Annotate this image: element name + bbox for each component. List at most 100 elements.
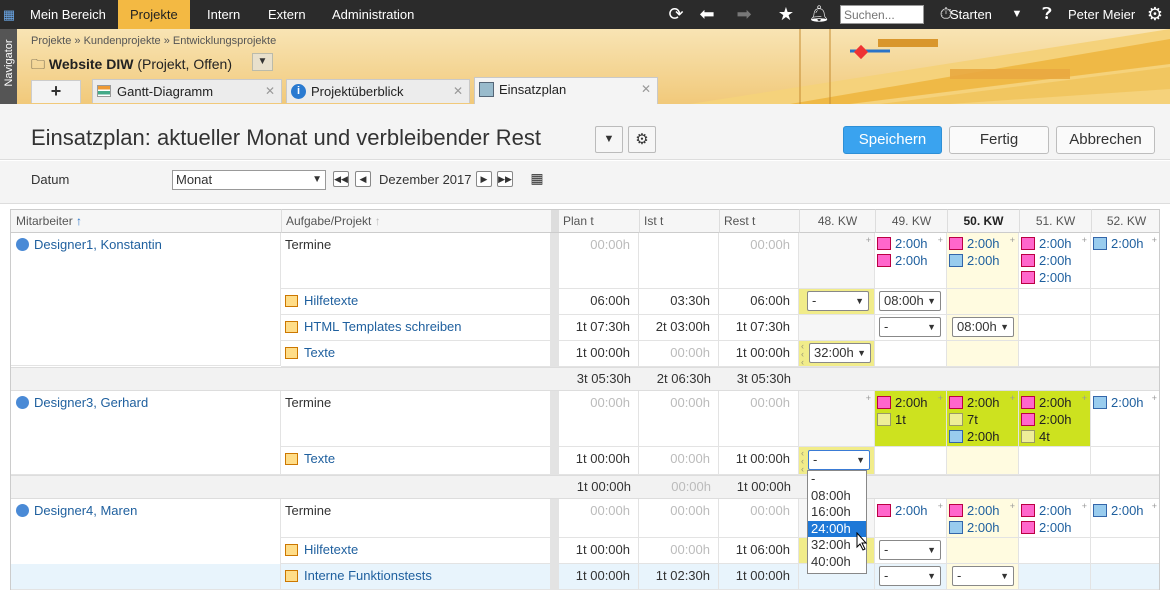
forward-arrow-icon[interactable]: ➡ <box>732 0 756 29</box>
task-link[interactable]: Texte <box>304 345 335 360</box>
bell-icon[interactable]: 🔔︎ <box>808 0 830 29</box>
add-icon[interactable]: + <box>938 393 943 403</box>
navigator-tab[interactable]: Navigator <box>0 29 17 104</box>
hours-select[interactable]: - ▼ <box>952 566 1014 586</box>
add-icon[interactable]: + <box>1152 235 1157 245</box>
task-link[interactable]: HTML Templates schreiben <box>304 319 462 334</box>
calendar-icon[interactable]: ▦ <box>529 171 545 187</box>
appointment-item[interactable]: 2:00h <box>1021 520 1072 535</box>
appointment-item[interactable]: 2:00h <box>949 503 1000 518</box>
start-button[interactable]: Starten <box>946 0 996 29</box>
apps-grid-icon[interactable]: ▦ <box>0 0 18 29</box>
dropdown-option[interactable]: 08:00h <box>808 488 866 505</box>
star-icon[interactable]: ★ <box>774 0 798 29</box>
user-name[interactable]: Peter Meier <box>1056 0 1147 29</box>
appointment-item[interactable]: 2:00h <box>877 253 928 268</box>
appointment-item[interactable]: 2:00h <box>1021 503 1072 518</box>
appointment-item[interactable]: 4t <box>1021 429 1050 444</box>
drag-handle-icon[interactable]: ‹ ‹ ‹ <box>801 449 804 474</box>
tab-projektueberblick[interactable]: i Projektüberblick ✕ <box>286 79 470 103</box>
search-input[interactable] <box>840 5 924 24</box>
appointment-item[interactable]: 2:00h <box>949 253 1000 268</box>
add-icon[interactable]: + <box>1010 393 1015 403</box>
hours-select[interactable]: - ▼ <box>807 291 869 311</box>
help-icon[interactable]: ❓︎ <box>1036 0 1058 29</box>
add-icon[interactable]: + <box>938 501 943 511</box>
appointment-item[interactable]: 2:00h <box>1021 253 1072 268</box>
column-header-week[interactable]: 49. KW <box>875 209 947 233</box>
tab-einsatzplan[interactable]: Einsatzplan ✕ <box>474 77 658 104</box>
close-icon[interactable]: ✕ <box>453 80 463 103</box>
appointment-item[interactable]: 2:00h <box>1093 395 1144 410</box>
view-menu-button[interactable]: ▼ <box>595 126 623 153</box>
column-header-week-current[interactable]: 50. KW <box>947 209 1019 233</box>
breadcrumb-entwicklungsprojekte[interactable]: Entwicklungsprojekte <box>173 35 276 47</box>
add-icon[interactable]: + <box>1152 501 1157 511</box>
done-button[interactable]: Fertig <box>949 126 1049 154</box>
appointment-item[interactable]: 7t <box>949 412 978 427</box>
save-button[interactable]: Speichern <box>843 126 942 154</box>
refresh-icon[interactable]: ⟳ <box>664 0 688 29</box>
column-header-week[interactable]: 52. KW <box>1091 209 1159 233</box>
appointment-item[interactable]: 2:00h <box>949 236 1000 251</box>
settings-gear-icon[interactable]: ⚙ <box>628 126 656 153</box>
employee-link[interactable]: Designer3, Gerhard <box>34 395 148 410</box>
add-icon[interactable]: + <box>938 235 943 245</box>
close-icon[interactable]: ✕ <box>265 80 275 103</box>
add-icon[interactable]: + <box>866 393 871 403</box>
appointment-item[interactable]: 2:00h <box>949 395 1000 410</box>
appointment-item[interactable]: 2:00h <box>877 395 928 410</box>
close-icon[interactable]: ✕ <box>641 78 651 101</box>
hours-select[interactable]: - ▼ <box>879 317 941 337</box>
nav-intern[interactable]: Intern <box>195 0 252 29</box>
column-header-task[interactable]: Aufgabe/Projekt ↑ <box>281 209 551 233</box>
chevron-down-icon[interactable]: ▼ <box>1008 0 1026 29</box>
cancel-button[interactable]: Abbrechen <box>1056 126 1155 154</box>
appointment-item[interactable]: 2:00h <box>1093 236 1144 251</box>
next-period-icon[interactable]: ▶ <box>476 171 492 187</box>
splitter-bar[interactable] <box>551 233 559 590</box>
nav-projekte[interactable]: Projekte <box>118 0 190 29</box>
hours-select[interactable]: 08:00h ▼ <box>879 291 941 311</box>
back-arrow-icon[interactable]: ⬅ <box>695 0 719 29</box>
employee-link[interactable]: Designer4, Maren <box>34 503 137 518</box>
column-header-actual[interactable]: Ist t <box>639 209 719 233</box>
add-icon[interactable]: + <box>866 235 871 245</box>
add-tab-button[interactable]: + <box>31 80 81 103</box>
column-header-employee[interactable]: Mitarbeiter ↑ <box>11 209 281 233</box>
column-header-week[interactable]: 51. KW <box>1019 209 1091 233</box>
add-icon[interactable]: + <box>1010 235 1015 245</box>
task-link[interactable]: Texte <box>304 451 335 466</box>
add-icon[interactable]: + <box>1152 393 1157 403</box>
appointment-item[interactable]: 2:00h <box>949 520 1000 535</box>
appointment-item[interactable]: 2:00h <box>1021 236 1072 251</box>
task-link[interactable]: Hilfetexte <box>304 542 358 557</box>
dropdown-option[interactable]: 16:00h <box>808 504 866 521</box>
add-icon[interactable]: + <box>1010 501 1015 511</box>
hours-select-open[interactable]: - ▼ <box>808 450 870 470</box>
breadcrumb-projekte[interactable]: Projekte <box>31 35 71 47</box>
appointment-item[interactable]: 2:00h <box>949 429 1000 444</box>
hours-select[interactable]: - ▼ <box>879 540 941 560</box>
hours-select[interactable]: 32:00h ▼ <box>809 343 871 363</box>
column-header-week[interactable]: 48. KW <box>799 209 875 233</box>
appointment-item[interactable]: 2:00h <box>1021 412 1072 427</box>
gear-icon[interactable]: ⚙ <box>1144 0 1166 29</box>
appointment-item[interactable]: 2:00h <box>1021 395 1072 410</box>
dropdown-option[interactable]: 40:00h <box>808 554 866 571</box>
appointment-item[interactable]: 2:00h <box>877 503 928 518</box>
splitter-handle[interactable] <box>551 209 559 233</box>
hours-select[interactable]: 08:00h ▼ <box>952 317 1014 337</box>
employee-link[interactable]: Designer1, Konstantin <box>34 237 162 252</box>
task-link[interactable]: Interne Funktionstests <box>304 568 432 583</box>
task-link[interactable]: Hilfetexte <box>304 293 358 308</box>
dropdown-option[interactable]: - <box>808 471 866 488</box>
appointment-item[interactable]: 2:00h <box>1093 503 1144 518</box>
last-period-icon[interactable]: ▶▶ <box>497 171 513 187</box>
prev-period-icon[interactable]: ◀ <box>355 171 371 187</box>
appointment-item[interactable]: 1t <box>877 412 906 427</box>
column-header-plan[interactable]: Plan t <box>559 209 639 233</box>
period-select[interactable]: Monat ▼ <box>172 170 326 190</box>
nav-administration[interactable]: Administration <box>320 0 426 29</box>
drag-handle-icon[interactable]: ‹ ‹ ‹ <box>801 342 804 367</box>
